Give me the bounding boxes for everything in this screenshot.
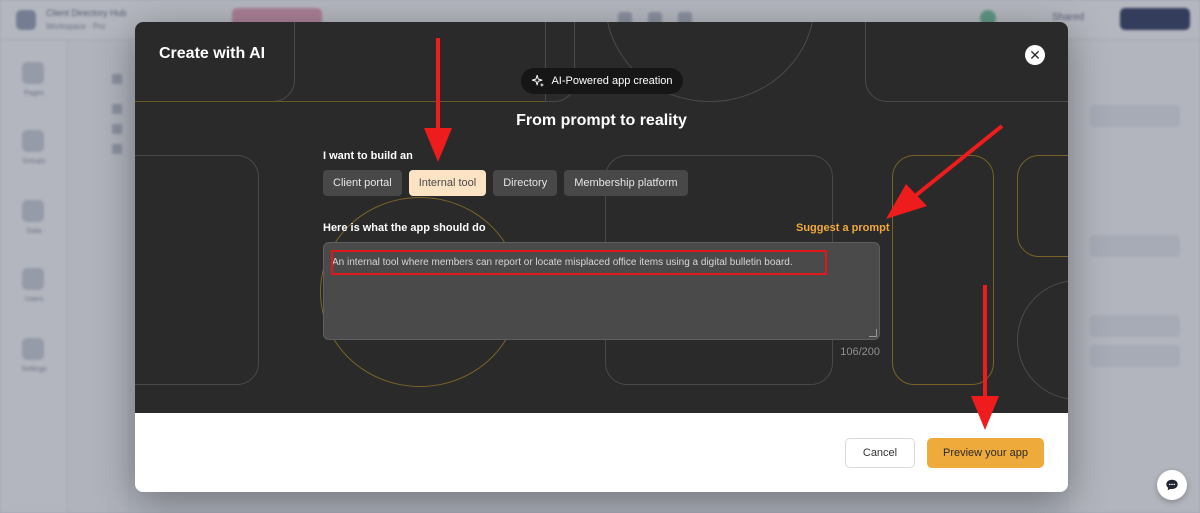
create-with-ai-modal: Create with AI AI-Powered app creation F…: [135, 22, 1068, 492]
decorative-shape: [135, 155, 259, 385]
sparkles-icon: [532, 74, 545, 88]
option-membership-platform[interactable]: Membership platform: [564, 170, 688, 196]
preview-app-button[interactable]: Preview your app: [927, 438, 1044, 468]
chat-widget-button[interactable]: [1157, 470, 1187, 500]
modal-title: Create with AI: [159, 45, 266, 62]
suggest-prompt-link[interactable]: Suggest a prompt: [796, 222, 890, 234]
resize-handle[interactable]: [869, 329, 877, 337]
option-directory[interactable]: Directory: [493, 170, 558, 196]
description-label: Here is what the app should do: [323, 222, 486, 234]
build-type-options: Client portal Internal tool Directory Me…: [323, 170, 688, 196]
chat-icon: [1166, 479, 1178, 491]
option-internal-tool[interactable]: Internal tool: [408, 170, 487, 196]
close-button[interactable]: ✕: [1025, 45, 1045, 65]
build-type-label: I want to build an: [323, 150, 413, 162]
decorative-line: [135, 101, 545, 102]
option-client-portal[interactable]: Client portal: [323, 170, 402, 196]
cancel-button[interactable]: Cancel: [845, 438, 915, 468]
modal-headline: From prompt to reality: [516, 112, 687, 129]
close-icon: ✕: [1029, 47, 1041, 63]
character-counter: 106/200: [840, 346, 880, 358]
ai-badge-label: AI-Powered app creation: [551, 75, 673, 87]
decorative-shape: [1017, 155, 1068, 257]
decorative-shape: [892, 155, 994, 385]
ai-badge: AI-Powered app creation: [521, 68, 683, 94]
decorative-circle: [1017, 280, 1068, 400]
modal-hero-panel: Create with AI AI-Powered app creation F…: [135, 22, 1068, 413]
annotation-highlight-box: [331, 250, 827, 275]
